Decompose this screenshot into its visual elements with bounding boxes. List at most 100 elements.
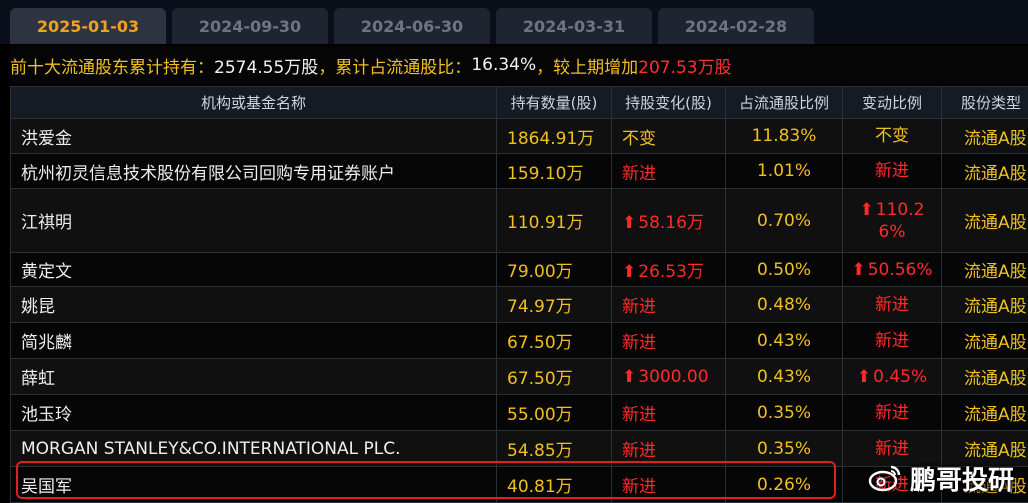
up-arrow-icon: ⬆ <box>860 199 874 221</box>
table-row[interactable]: 杭州初灵信息技术股份有限公司回购专用证券账户159.10万新进1.01%新进流通… <box>11 154 1028 189</box>
col-header-change[interactable]: 持股变化(股) <box>612 87 726 119</box>
up-arrow-icon: ⬆ <box>622 213 636 233</box>
float-share-pct: 0.35% <box>726 395 843 431</box>
float-share-pct: 0.48% <box>726 287 843 323</box>
change-ratio-value: 50.56% <box>868 260 933 280</box>
holder-name[interactable]: 江祺明 <box>11 189 497 253</box>
holder-name[interactable]: 薛虹 <box>11 359 497 395</box>
summary-change-label: ，较上期增加 <box>536 53 638 78</box>
share-type: 流通A股 <box>942 189 1028 253</box>
holding-change-value: 58.16万 <box>638 213 704 233</box>
change-ratio: 新进 <box>843 287 942 323</box>
holder-name[interactable]: 姚昆 <box>11 287 497 323</box>
holding-change: 新进 <box>612 395 726 431</box>
table-row[interactable]: 江祺明110.91万⬆58.16万0.70%⬆110.26%流通A股 <box>11 189 1028 253</box>
table-row[interactable]: 池玉玲55.00万新进0.35%新进流通A股 <box>11 395 1028 431</box>
holding-shares: 74.97万 <box>497 287 612 323</box>
holding-change-value: 新进 <box>622 441 656 461</box>
up-arrow-icon: ⬆ <box>857 366 871 388</box>
col-header-name[interactable]: 机构或基金名称 <box>11 87 497 119</box>
float-share-pct: 11.83% <box>726 119 843 154</box>
holder-name[interactable]: 黄定文 <box>11 253 497 287</box>
col-header-pct[interactable]: 占流通股比例 <box>726 87 843 119</box>
table-row[interactable]: 姚昆74.97万新进0.48%新进流通A股 <box>11 287 1028 323</box>
holding-summary: 前十大流通股东累计持有：2574.55万股，累计占流通股比：16.34%，较上期… <box>10 46 1028 84</box>
col-header-type[interactable]: 股份类型 <box>942 87 1028 119</box>
holder-name[interactable]: 简兆麟 <box>11 323 497 359</box>
change-ratio-value: 110.26% <box>876 200 925 242</box>
table-row[interactable]: 洪爱金1864.91万不变11.83%不变流通A股 <box>11 119 1028 154</box>
table-header-row: 机构或基金名称 持有数量(股) 持股变化(股) 占流通股比例 变动比例 股份类型 <box>11 87 1028 119</box>
holding-change: ⬆26.53万 <box>612 253 726 287</box>
change-ratio-value: 新进 <box>875 403 909 423</box>
col-header-shares[interactable]: 持有数量(股) <box>497 87 612 119</box>
change-ratio: 新进 <box>843 154 942 189</box>
summary-prefix: 前十大流通股东累计持有： <box>10 53 214 78</box>
float-share-pct: 0.50% <box>726 253 843 287</box>
holder-name[interactable]: 杭州初灵信息技术股份有限公司回购专用证券账户 <box>11 154 497 189</box>
holding-shares: 55.00万 <box>497 395 612 431</box>
holding-change-value: 不变 <box>622 129 656 149</box>
float-share-pct: 0.43% <box>726 323 843 359</box>
holding-change: 新进 <box>612 287 726 323</box>
holding-change-value: 3000.00 <box>638 367 708 387</box>
share-type: 流通A股 <box>942 154 1028 189</box>
highlight-box <box>16 461 836 499</box>
float-share-pct: 1.01% <box>726 154 843 189</box>
holding-change: ⬆58.16万 <box>612 189 726 253</box>
share-type: 流通A股 <box>942 119 1028 154</box>
col-header-ratio[interactable]: 变动比例 <box>843 87 942 119</box>
float-share-pct: 0.70% <box>726 189 843 253</box>
holding-change-value: 26.53万 <box>638 262 704 282</box>
summary-ratio: 16.34% <box>471 55 536 75</box>
table-row[interactable]: 黄定文79.00万⬆26.53万0.50%⬆50.56%流通A股 <box>11 253 1028 287</box>
change-ratio-value: 新进 <box>875 331 909 351</box>
share-type: 流通A股 <box>942 359 1028 395</box>
summary-change-value: 207.53万股 <box>638 53 731 78</box>
holding-change-value: 新进 <box>622 333 656 353</box>
holder-name[interactable]: 池玉玲 <box>11 395 497 431</box>
watermark-text: 鹏哥投研 <box>910 460 1014 497</box>
tab-2024-09-30[interactable]: 2024-09-30 <box>172 8 328 44</box>
share-type: 流通A股 <box>942 323 1028 359</box>
float-share-pct: 0.43% <box>726 359 843 395</box>
up-arrow-icon: ⬆ <box>851 259 865 281</box>
up-arrow-icon: ⬆ <box>622 262 636 282</box>
holding-change: 新进 <box>612 323 726 359</box>
holding-change-value: 新进 <box>622 405 656 425</box>
summary-ratio-label: ，累计占流通股比： <box>318 53 471 78</box>
summary-total-shares: 2574.55万股 <box>214 53 318 78</box>
change-ratio-value: 不变 <box>875 126 909 146</box>
holding-shares: 110.91万 <box>497 189 612 253</box>
date-tab-bar: 2025-01-03 2024-09-30 2024-06-30 2024-03… <box>0 0 1028 44</box>
tab-2024-06-30[interactable]: 2024-06-30 <box>334 8 490 44</box>
table-row[interactable]: 简兆麟67.50万新进0.43%新进流通A股 <box>11 323 1028 359</box>
holding-shares: 67.50万 <box>497 359 612 395</box>
change-ratio: 不变 <box>843 119 942 154</box>
share-type: 流通A股 <box>942 287 1028 323</box>
tab-2025-01-03[interactable]: 2025-01-03 <box>10 8 166 44</box>
share-type: 流通A股 <box>942 395 1028 431</box>
watermark: 鹏哥投研 <box>868 456 1028 500</box>
holder-name[interactable]: 洪爱金 <box>11 119 497 154</box>
holding-shares: 1864.91万 <box>497 119 612 154</box>
holding-change-value: 新进 <box>622 164 656 184</box>
holding-change: 新进 <box>612 154 726 189</box>
holding-change: 不变 <box>612 119 726 154</box>
holding-change-value: 新进 <box>622 297 656 317</box>
holding-shares: 79.00万 <box>497 253 612 287</box>
change-ratio: ⬆0.45% <box>843 359 942 395</box>
holding-shares: 159.10万 <box>497 154 612 189</box>
change-ratio: 新进 <box>843 395 942 431</box>
up-arrow-icon: ⬆ <box>622 367 636 387</box>
holding-change: ⬆3000.00 <box>612 359 726 395</box>
change-ratio: ⬆50.56% <box>843 253 942 287</box>
holding-shares: 67.50万 <box>497 323 612 359</box>
weibo-icon <box>868 463 902 493</box>
change-ratio-value: 0.45% <box>873 367 927 387</box>
change-ratio-value: 新进 <box>875 161 909 181</box>
change-ratio-value: 新进 <box>875 295 909 315</box>
tab-2024-02-28[interactable]: 2024-02-28 <box>658 8 814 44</box>
tab-2024-03-31[interactable]: 2024-03-31 <box>496 8 652 44</box>
table-row[interactable]: 薛虹67.50万⬆3000.000.43%⬆0.45%流通A股 <box>11 359 1028 395</box>
